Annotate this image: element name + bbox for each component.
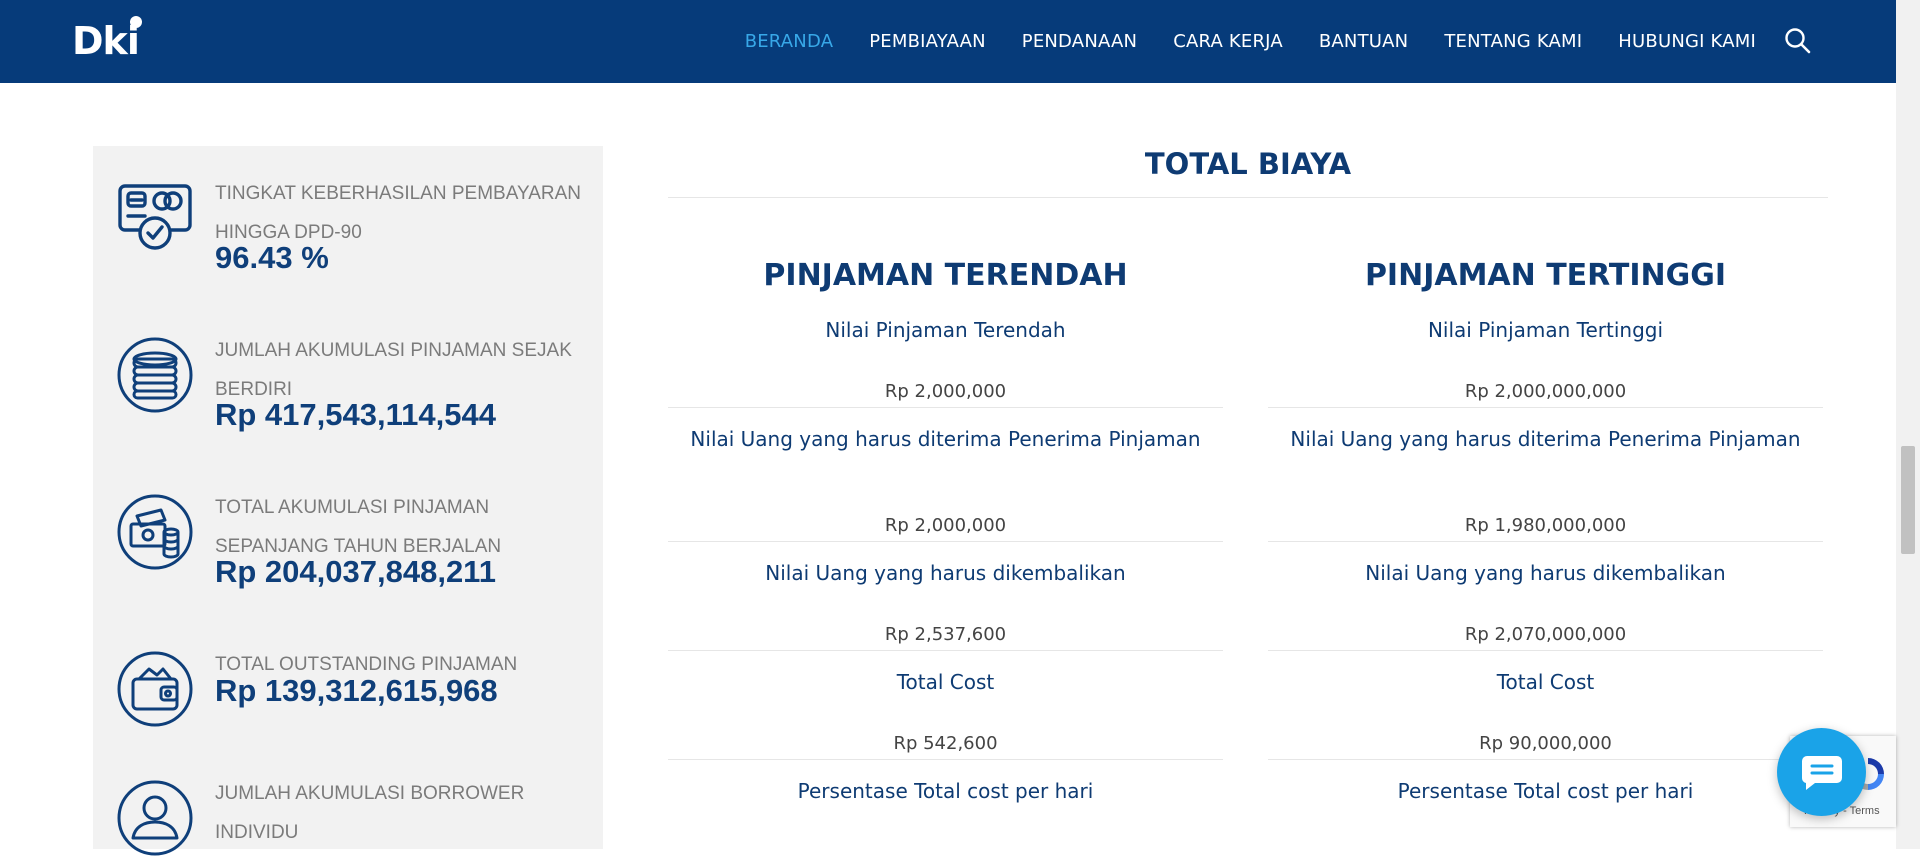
search-icon[interactable] [1783,26,1813,56]
row-divider [668,759,1223,760]
money-stack-icon [117,494,193,570]
coins-icon [117,337,193,413]
main-nav: BERANDA PEMBIAYAAN PENDANAAN CARA KERJA … [745,0,1756,83]
row-nilai-pinjaman: Nilai Pinjaman Tertinggi Rp 2,000,000,00… [1268,318,1823,408]
stat-value: 96.43 % [215,240,329,275]
row-value: Rp 2,000,000 [884,381,1007,402]
row-nilai-pinjaman: Nilai Pinjaman Terendah Rp 2,000,000 [668,318,1223,408]
chat-widget-button[interactable] [1777,728,1866,816]
column-heading: PINJAMAN TERENDAH [763,258,1128,293]
logo-dot [130,16,142,28]
row-value: Rp 2,070,000,000 [1464,624,1627,645]
row-value: Rp 542,600 [893,733,998,754]
payment-success-icon [117,180,193,256]
row-label: Total Cost [1496,670,1595,694]
nav-item-pembiayaan[interactable]: PEMBIAYAAN [869,31,986,52]
row-divider [1268,541,1823,542]
dki-logo[interactable]: Dki [72,16,152,64]
user-icon [117,780,193,856]
row-nilai-dikembalikan: Nilai Uang yang harus dikembalikan Rp 2,… [668,561,1223,651]
row-value: Rp 2,537,600 [884,624,1007,645]
nav-item-hubungi-kami[interactable]: HUBUNGI KAMI [1618,31,1756,52]
column-heading: PINJAMAN TERTINGGI [1364,258,1727,293]
chat-bubble-icon [1801,754,1843,797]
stat-value: Rp 139,312,615,968 [215,673,498,708]
row-label: Nilai Uang yang harus dikembalikan [765,561,1126,585]
stat-label: JUMLAH AKUMULASI BORROWER INDIVIDU [215,783,525,843]
wallet-icon [117,651,193,727]
title-divider [668,197,1828,198]
nav-item-beranda[interactable]: BERANDA [745,31,834,52]
stat-value: Rp 204,037,848,211 [215,554,496,589]
column-lowest-loan: PINJAMAN TERENDAH Nilai Pinjaman Terenda… [668,256,1223,803]
row-divider [1268,407,1823,408]
row-label: Nilai Uang yang harus diterima Penerima … [690,427,1201,451]
row-value: Rp 2,000,000 [884,515,1007,536]
stat-value: Rp 417,543,114,544 [215,397,496,432]
logo-text: Dki [72,19,140,63]
row-label: Nilai Uang yang harus diterima Penerima … [1290,427,1801,451]
row-value: Rp 90,000,000 [1479,733,1612,754]
row-total-cost: Total Cost Rp 542,600 [668,670,1223,760]
row-label: Persentase Total cost per hari [797,779,1094,803]
row-divider [668,650,1223,651]
column-highest-loan: PINJAMAN TERTINGGI Nilai Pinjaman Tertin… [1268,256,1823,803]
row-label: Persentase Total cost per hari [1397,779,1694,803]
row-value: Rp 1,980,000,000 [1464,515,1627,536]
row-persentase-cost: Persentase Total cost per hari [1268,779,1823,804]
nav-item-bantuan[interactable]: BANTUAN [1319,31,1408,52]
row-value: Rp 2,000,000,000 [1464,381,1627,402]
row-nilai-diterima: Nilai Uang yang harus diterima Penerima … [1268,427,1823,542]
row-persentase-cost: Persentase Total cost per hari [668,779,1223,804]
row-nilai-diterima: Nilai Uang yang harus diterima Penerima … [668,427,1223,542]
row-total-cost: Total Cost Rp 90,000,000 [1268,670,1823,760]
row-divider [668,541,1223,542]
row-label: Total Cost [896,670,995,694]
row-label: Nilai Pinjaman Tertinggi [1427,318,1664,342]
row-label: Nilai Pinjaman Terendah [825,318,1066,342]
row-divider [1268,650,1823,651]
row-divider [668,407,1223,408]
nav-item-cara-kerja[interactable]: CARA KERJA [1173,31,1283,52]
row-nilai-dikembalikan: Nilai Uang yang harus dikembalikan Rp 2,… [1268,561,1823,651]
top-navbar: Dki BERANDA PEMBIAYAAN PENDANAAN CARA KE… [0,0,1896,83]
stats-panel: TINGKAT KEBERHASILAN PEMBAYARAN HINGGA D… [93,146,603,856]
row-label: Nilai Uang yang harus dikembalikan [1365,561,1726,585]
nav-item-pendanaan[interactable]: PENDANAAN [1022,31,1137,52]
row-divider [1268,759,1823,760]
nav-item-tentang-kami[interactable]: TENTANG KAMI [1444,31,1582,52]
section-title: TOTAL BIAYA [1144,147,1352,181]
scrollbar-thumb[interactable] [1901,446,1915,554]
page-scrollbar[interactable] [1896,0,1920,849]
